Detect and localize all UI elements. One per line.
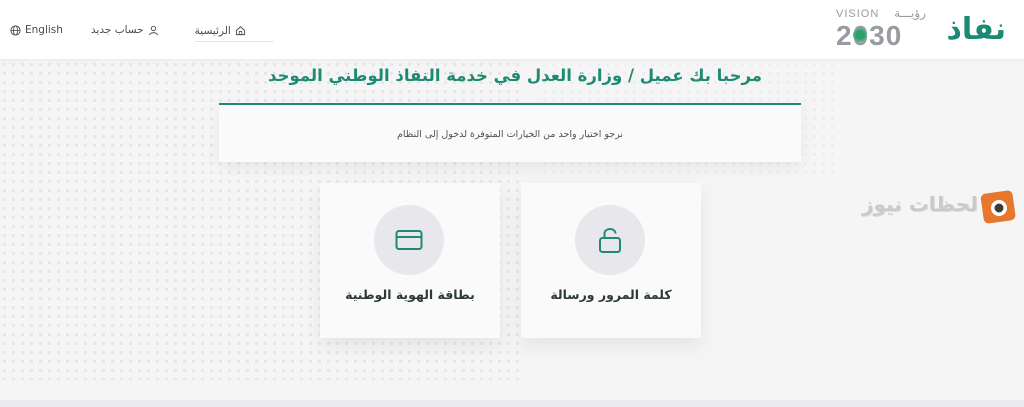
language-switch-label: English [25,24,63,36]
language-switch-link[interactable]: English [10,24,63,36]
footer-strip [0,400,1024,407]
id-card-icon [395,230,423,250]
watermark-text: لحظات نيوز [862,192,978,216]
vision-label: VISION [836,8,880,20]
signup-label: حساب جديد [90,24,144,36]
globe-icon [10,24,21,36]
vision-2030-logo: VISION رؤيـــة 2030 [836,6,932,54]
top-navigation: English حساب جديد الرئيسية [10,20,274,42]
vision-emblem-icon [853,28,867,42]
nafath-logo[interactable]: نفاذ [946,8,1006,52]
vision-arabic-label: رؤيـــة [894,6,926,20]
home-link[interactable]: الرئيسية [194,24,274,42]
password-sms-option-label: كلمة المرور ورسالة [550,287,672,302]
site-header: English حساب جديد الرئيسية VISION رؤيـــ… [0,0,1024,60]
vision-year: 2030 [836,20,903,51]
watermark-logo-icon [980,190,1016,224]
instruction-card: نرجو اختيار واحد من الخيارات المتوفرة لد… [219,103,801,162]
user-icon [148,25,158,35]
instruction-text: نرجو اختيار واحد من الخيارات المتوفرة لد… [396,129,624,140]
option-icon-circle [374,205,444,275]
page: English حساب جديد الرئيسية VISION رؤيـــ… [0,0,1024,407]
home-icon [235,26,245,36]
option-icon-circle [575,205,645,275]
page-title: مرحبا بك عميل / وزارة العدل في خدمة النف… [268,66,762,85]
national-id-option[interactable]: بطاقة الهوية الوطنية [320,183,500,338]
home-label: الرئيسية [194,24,231,37]
national-id-option-label: بطاقة الهوية الوطنية [345,287,475,302]
password-sms-option[interactable]: كلمة المرور ورسالة [521,183,701,338]
signup-link[interactable]: حساب جديد [91,24,159,36]
unlock-icon [599,228,621,253]
watermark: لحظات نيوز [862,186,1022,230]
